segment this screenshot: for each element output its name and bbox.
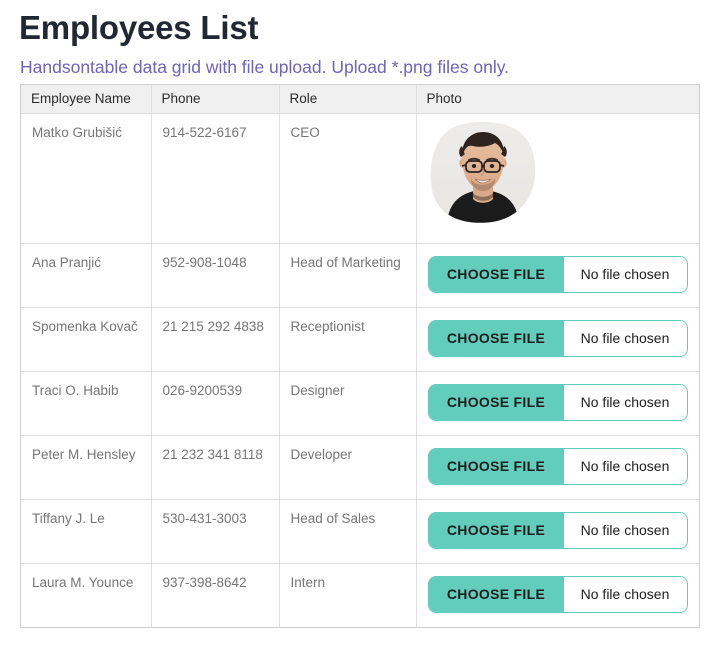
cell-phone[interactable]: 21 232 341 8118 (151, 435, 280, 500)
employee-name-text: Laura M. Younce (32, 574, 134, 590)
table-row: Ana Pranjić 952-908-1048 Head of Marketi… (21, 243, 700, 308)
column-header-employee-name[interactable]: Employee Name (21, 85, 152, 114)
table-row: Laura M. Younce 937-398-8642 Intern CHOO… (21, 563, 699, 627)
table-header: Employee Name Phone Role Photo (21, 85, 699, 114)
cell-role[interactable]: Receptionist (279, 307, 417, 372)
cell-phone[interactable]: 952-908-1048 (151, 243, 280, 308)
employee-photo (417, 114, 700, 224)
role-text: Head of Marketing (290, 254, 401, 270)
role-text: Designer (290, 382, 345, 398)
file-upload-wrapper: CHOOSE FILE No file chosen (417, 244, 700, 293)
page-subtitle: Handsontable data grid with file upload.… (20, 57, 510, 77)
column-header-role[interactable]: Role (279, 85, 417, 114)
file-status-text: No file chosen (563, 384, 687, 420)
employee-name-text: Peter M. Hensley (32, 446, 136, 462)
role-text: Receptionist (290, 318, 365, 334)
employees-table: Employee Name Phone Role Photo Matko Gru… (21, 85, 699, 627)
cell-employee-name[interactable]: Laura M. Younce (21, 563, 152, 627)
cell-employee-name[interactable]: Ana Pranjić (21, 243, 152, 308)
file-upload-wrapper: CHOOSE FILE No file chosen (417, 564, 700, 613)
phone-text: 914-522-6167 (162, 124, 247, 140)
cell-phone[interactable]: 530-431-3003 (151, 499, 280, 564)
role-text: Developer (290, 446, 353, 462)
phone-text: 937-398-8642 (162, 574, 247, 590)
file-status-text: No file chosen (563, 448, 687, 484)
column-header-phone[interactable]: Phone (151, 85, 280, 114)
cell-phone[interactable]: 937-398-8642 (151, 563, 280, 627)
file-status-text: No file chosen (563, 256, 687, 292)
cell-employee-name[interactable]: Matko Grubišić (21, 113, 152, 244)
role-text: CEO (290, 124, 320, 140)
role-text: Head of Sales (290, 510, 376, 526)
table-body: Matko Grubišić 914-522-6167 CEO Ana Pran… (21, 113, 699, 627)
file-upload-wrapper: CHOOSE FILE No file chosen (417, 372, 700, 421)
cell-photo[interactable] (416, 113, 700, 244)
employees-list-page: Employees List Handsontable data grid wi… (0, 0, 720, 650)
file-upload-input[interactable]: CHOOSE FILE No file chosen (427, 575, 688, 613)
cell-employee-name[interactable]: Tiffany J. Le (21, 499, 152, 564)
cell-phone[interactable]: 026-9200539 (151, 371, 280, 436)
cell-employee-name[interactable]: Traci O. Habib (21, 371, 152, 436)
employee-name-text: Traci O. Habib (32, 382, 119, 398)
cell-role[interactable]: Head of Marketing (279, 243, 417, 308)
choose-file-button[interactable]: CHOOSE FILE (428, 512, 564, 548)
employee-name-text: Spomenka Kovač (32, 318, 138, 334)
employees-data-grid: Employee Name Phone Role Photo Matko Gru… (20, 84, 700, 628)
column-header-label: Role (289, 91, 318, 106)
file-upload-wrapper: CHOOSE FILE No file chosen (417, 308, 700, 357)
cell-role[interactable]: Head of Sales (279, 499, 417, 564)
file-upload-input[interactable]: CHOOSE FILE No file chosen (427, 319, 688, 357)
file-upload-input[interactable]: CHOOSE FILE No file chosen (427, 383, 688, 421)
file-status-text: No file chosen (563, 320, 687, 356)
file-upload-input[interactable]: CHOOSE FILE No file chosen (427, 447, 688, 485)
choose-file-button[interactable]: CHOOSE FILE (428, 384, 564, 420)
phone-text: 21 215 292 4838 (162, 318, 264, 334)
cell-phone[interactable]: 21 215 292 4838 (151, 307, 280, 372)
cell-phone[interactable]: 914-522-6167 (151, 113, 280, 244)
employee-photo-image (430, 121, 535, 223)
cell-role[interactable]: CEO (279, 113, 417, 244)
page-title: Employees List (19, 9, 259, 46)
table-header-row: Employee Name Phone Role Photo (21, 85, 699, 114)
phone-text: 026-9200539 (162, 382, 243, 398)
employee-name-text: Matko Grubišić (32, 124, 123, 140)
cell-employee-name[interactable]: Peter M. Hensley (21, 435, 152, 500)
phone-text: 530-431-3003 (162, 510, 247, 526)
cell-employee-name[interactable]: Spomenka Kovač (21, 307, 152, 372)
file-upload-wrapper: CHOOSE FILE No file chosen (417, 500, 700, 549)
choose-file-button[interactable]: CHOOSE FILE (428, 448, 564, 484)
table-row: Matko Grubišić 914-522-6167 CEO (21, 113, 700, 244)
cell-role[interactable]: Designer (279, 371, 417, 436)
table-row: Spomenka Kovač 21 215 292 4838 Reception… (21, 307, 700, 372)
file-upload-input[interactable]: CHOOSE FILE No file chosen (427, 511, 688, 549)
cell-photo[interactable]: CHOOSE FILE No file chosen (416, 243, 700, 308)
employee-name-text: Tiffany J. Le (32, 510, 105, 526)
column-header-photo[interactable]: Photo (416, 85, 699, 114)
column-header-label: Phone (161, 91, 201, 106)
cell-photo[interactable]: CHOOSE FILE No file chosen (416, 563, 699, 627)
choose-file-button[interactable]: CHOOSE FILE (428, 576, 564, 612)
choose-file-button[interactable]: CHOOSE FILE (428, 320, 564, 356)
cell-photo[interactable]: CHOOSE FILE No file chosen (416, 371, 700, 436)
column-header-label: Photo (426, 91, 462, 106)
role-text: Intern (290, 574, 326, 590)
column-header-label: Employee Name (31, 91, 131, 106)
cell-role[interactable]: Intern (279, 563, 417, 627)
phone-text: 21 232 341 8118 (162, 446, 263, 462)
table-row: Traci O. Habib 026-9200539 Designer CHOO… (21, 371, 700, 436)
cell-photo[interactable]: CHOOSE FILE No file chosen (416, 307, 700, 372)
cell-photo[interactable]: CHOOSE FILE No file chosen (416, 435, 700, 500)
phone-text: 952-908-1048 (162, 254, 247, 270)
table-row: Peter M. Hensley 21 232 341 8118 Develop… (21, 435, 700, 500)
file-upload-input[interactable]: CHOOSE FILE No file chosen (427, 255, 688, 293)
choose-file-button[interactable]: CHOOSE FILE (428, 256, 564, 292)
cell-role[interactable]: Developer (279, 435, 417, 500)
table-row: Tiffany J. Le 530-431-3003 Head of Sales… (21, 499, 700, 564)
cell-photo[interactable]: CHOOSE FILE No file chosen (416, 499, 700, 564)
file-status-text: No file chosen (563, 512, 687, 548)
file-upload-wrapper: CHOOSE FILE No file chosen (417, 436, 700, 485)
file-status-text: No file chosen (563, 576, 687, 612)
employee-name-text: Ana Pranjić (32, 254, 102, 270)
